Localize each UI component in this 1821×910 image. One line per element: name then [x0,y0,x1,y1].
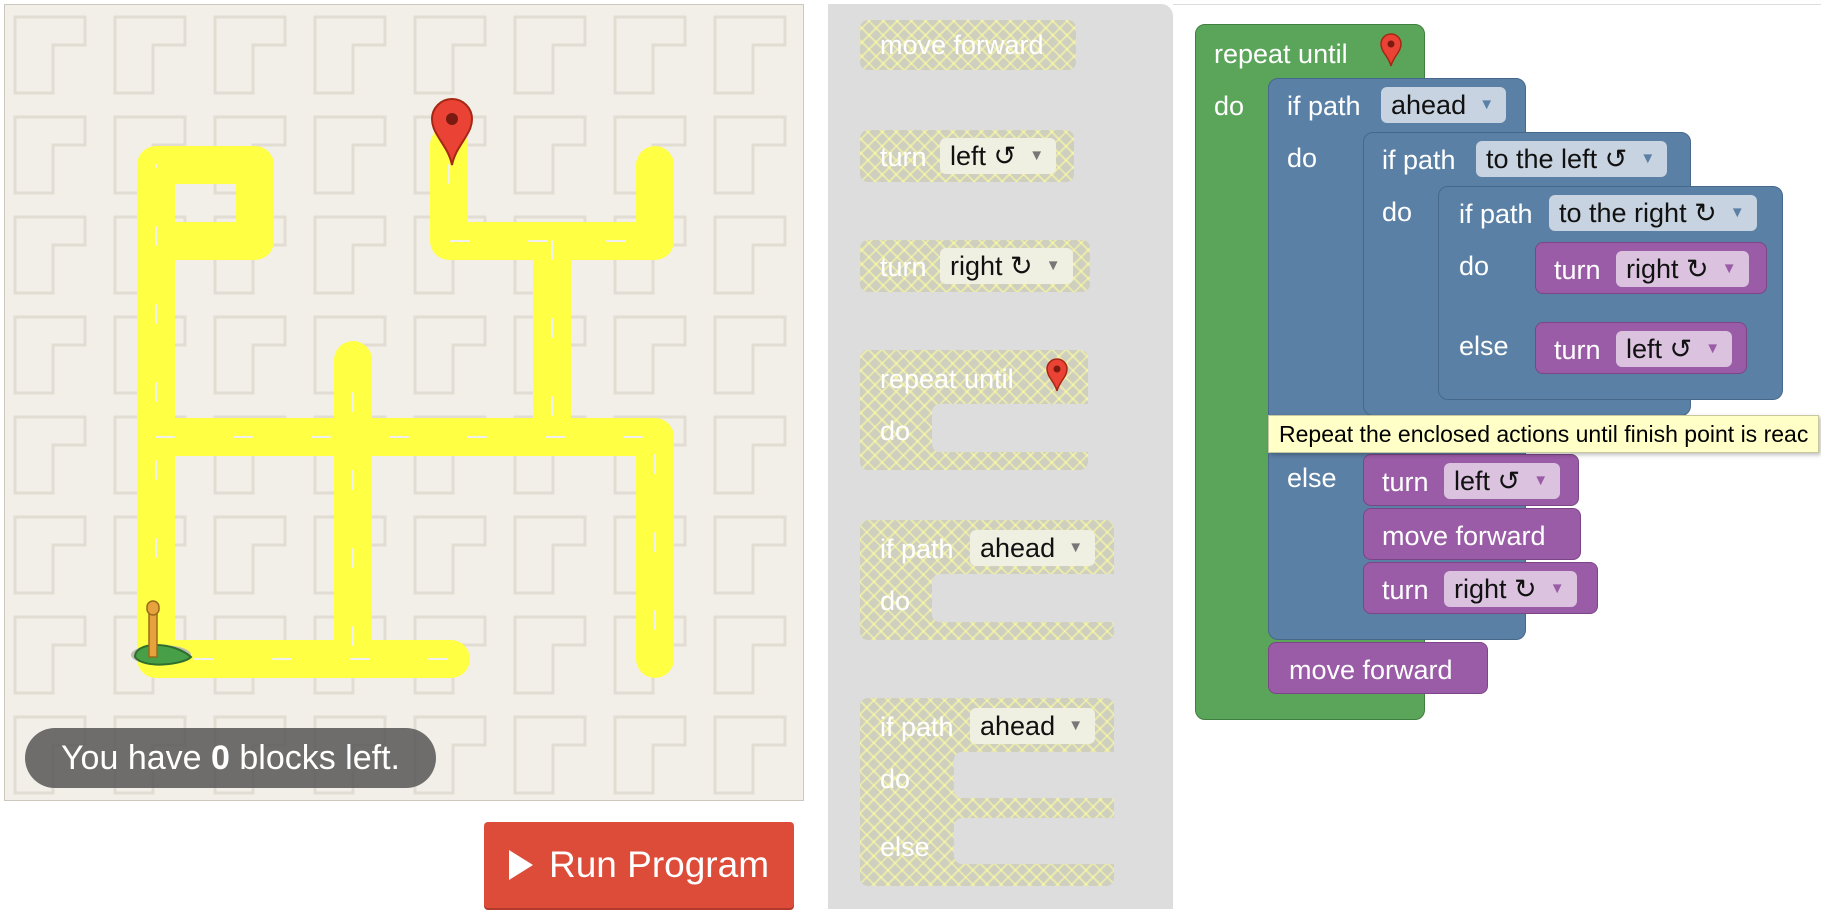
block-else-label: else [1287,463,1337,493]
turn-direction-dropdown[interactable]: left ↺ ▼ [940,138,1057,174]
turn-right-block[interactable]: turn right ↻ ▼ [1535,242,1767,294]
turn-left-block[interactable]: turn left ↺ ▼ [1535,322,1747,374]
block-label: turn [1554,255,1601,285]
block-label: turn [880,142,927,172]
toolbox-repeat-until-block[interactable]: repeat until do [860,350,1088,470]
block-label: if path [1382,145,1456,175]
dropdown-arrow-icon: ▼ [1479,96,1495,113]
dropdown-value: to the left ↺ [1486,144,1628,174]
block-label: if path [1459,199,1533,229]
dropdown-value: right ↻ [1454,574,1537,604]
block-else-label: else [880,832,930,862]
blocks-left-count: 0 [211,739,230,777]
block-label: turn [1382,467,1429,497]
blocks-left-suffix: blocks left. [229,739,400,777]
statement-slot [954,752,1114,798]
statement-slot [932,404,1088,452]
run-program-label: Run Program [548,844,770,885]
move-forward-block[interactable]: move forward [1363,508,1581,560]
maze-panel: You have 0 blocks left. [4,4,804,801]
map-marker-icon [1380,33,1402,67]
tooltip: Repeat the enclosed actions until finish… [1268,415,1820,453]
maze-board [5,5,803,800]
dropdown-value: to the right ↻ [1559,198,1717,228]
blocks-left-message: You have 0 blocks left. [25,728,436,788]
turn-direction-dropdown[interactable]: right ↻ ▼ [940,248,1073,284]
block-label: move forward [880,30,1044,60]
dropdown-arrow-icon: ▼ [1640,150,1656,167]
dropdown-arrow-icon: ▼ [1029,147,1045,164]
block-label: repeat until [1214,39,1348,69]
path-direction-dropdown[interactable]: to the right ↻ ▼ [1549,195,1757,231]
dropdown-value: ahead [1391,90,1467,120]
statement-slot [954,818,1114,864]
dropdown-value: right ↻ [950,251,1033,281]
toolbox-move-forward-block[interactable]: move forward [860,20,1076,70]
block-label: move forward [1289,655,1453,685]
dropdown-value: left ↺ [950,141,1017,171]
dropdown-value: left ↺ [1454,466,1521,496]
block-label: turn [1382,575,1429,605]
toolbox-turn-left-block[interactable]: turn left ↺ ▼ [860,130,1074,182]
toolbox-if-else-block[interactable]: if path ahead ▼ do else [860,698,1114,886]
toolbox-if-path-block[interactable]: if path ahead ▼ do [860,520,1114,640]
block-else-label: else [1459,331,1509,361]
path-direction-dropdown[interactable]: ahead ▼ [970,530,1096,566]
turn-direction-dropdown[interactable]: right ↻ ▼ [1616,251,1749,287]
dropdown-value: right ↻ [1626,254,1709,284]
path-direction-dropdown[interactable]: to the left ↺ ▼ [1476,141,1668,177]
turn-direction-dropdown[interactable]: left ↺ ▼ [1444,463,1561,499]
dropdown-arrow-icon: ▼ [1729,204,1745,221]
block-label: move forward [1382,521,1546,551]
map-marker-icon [1046,358,1068,392]
block-do-label: do [880,416,911,446]
dropdown-arrow-icon: ▼ [1705,340,1721,357]
play-icon [508,850,533,880]
block-label: repeat until [880,364,1014,394]
turn-direction-dropdown[interactable]: left ↺ ▼ [1616,331,1733,367]
blocks-left-prefix: You have [61,739,211,777]
dropdown-arrow-icon: ▼ [1533,472,1549,489]
dropdown-arrow-icon: ▼ [1721,260,1737,277]
block-do-label: do [1287,143,1318,173]
block-do-label: do [1382,197,1413,227]
turn-right-block[interactable]: turn right ↻ ▼ [1363,562,1598,614]
block-do-label: do [1214,91,1245,121]
block-label: if path [1287,91,1361,121]
dropdown-value: ahead [980,711,1056,741]
block-label: turn [880,252,927,282]
block-do-label: do [880,586,911,616]
move-forward-block[interactable]: move forward [1268,642,1488,694]
block-label: turn [1554,335,1601,365]
dropdown-value: left ↺ [1626,334,1693,364]
dropdown-arrow-icon: ▼ [1045,257,1061,274]
block-do-label: do [880,764,911,794]
turn-left-block[interactable]: turn left ↺ ▼ [1363,454,1579,506]
path-direction-dropdown[interactable]: ahead ▼ [1381,87,1507,123]
dropdown-arrow-icon: ▼ [1549,580,1565,597]
toolbox-turn-right-block[interactable]: turn right ↻ ▼ [860,240,1090,292]
block-label: if path [880,534,954,564]
block-do-label: do [1459,251,1490,281]
dropdown-arrow-icon: ▼ [1068,717,1084,734]
run-program-button[interactable]: Run Program [484,822,794,908]
dropdown-arrow-icon: ▼ [1068,539,1084,556]
dropdown-value: ahead [980,533,1056,563]
statement-slot [932,574,1114,622]
turn-direction-dropdown[interactable]: right ↻ ▼ [1444,571,1577,607]
path-direction-dropdown[interactable]: ahead ▼ [970,708,1096,744]
block-label: if path [880,712,954,742]
